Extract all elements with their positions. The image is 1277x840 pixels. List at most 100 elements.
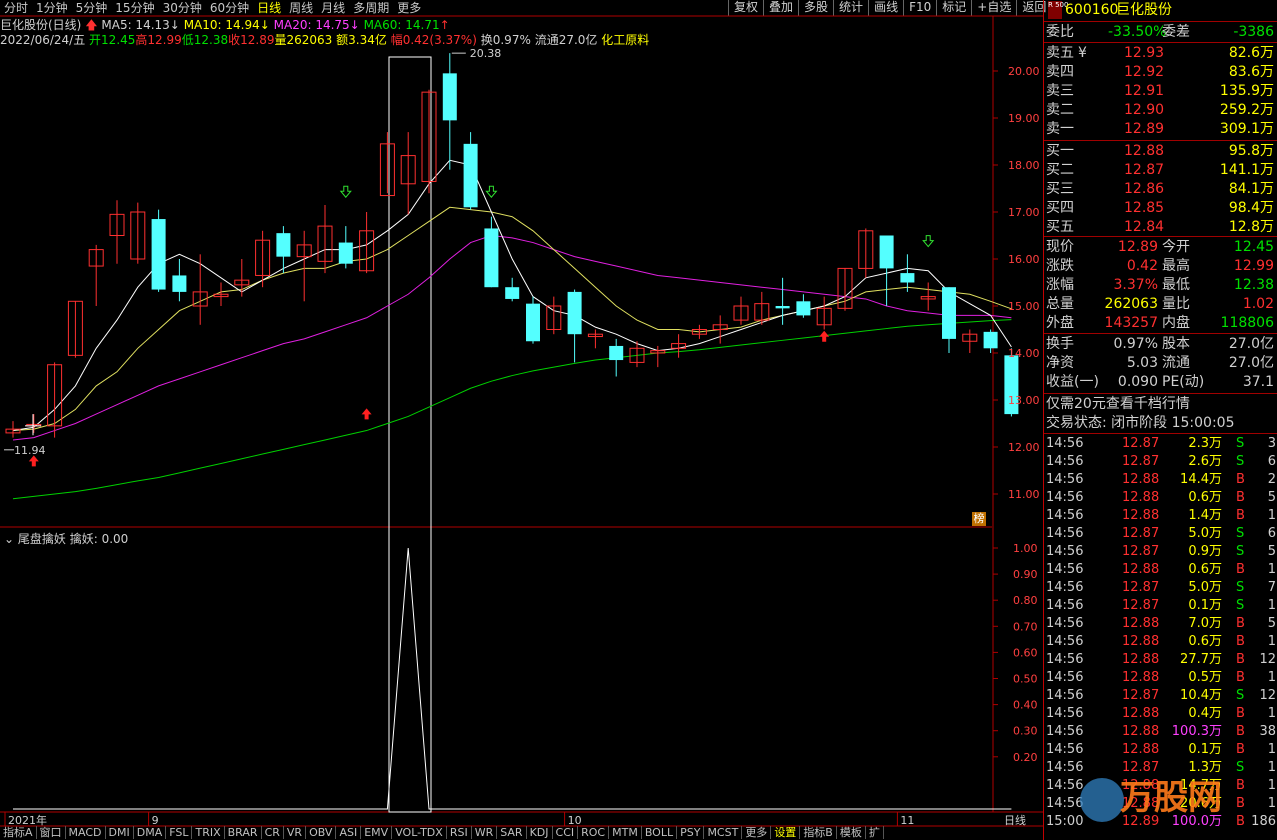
candle-body	[900, 273, 915, 283]
ask-volume: 259.2万	[1219, 102, 1274, 118]
bid-row[interactable]: 买一 12.88 95.8万	[1044, 142, 1277, 160]
stat-row: 涨幅 3.37% 最低 12.38	[1044, 276, 1277, 294]
tick-volume: 0.5万	[1188, 670, 1222, 685]
tick-volume: 0.9万	[1188, 544, 1222, 559]
buy-arrow-icon	[819, 330, 830, 342]
indicator-tab[interactable]: EMV	[361, 826, 393, 839]
candle-body	[172, 275, 187, 292]
candle-body	[484, 228, 499, 288]
tick-volume: 0.6万	[1188, 490, 1222, 505]
stat-value: 27.0亿	[1228, 355, 1274, 371]
price-tick-label: 15.00	[1008, 300, 1040, 313]
chevron-down-icon[interactable]: ⌄	[4, 532, 14, 546]
indicator-tab[interactable]: CR	[261, 826, 284, 839]
tick-time: 14:56	[1046, 634, 1084, 649]
indicator-tab[interactable]: TRIX	[192, 826, 225, 839]
bid-label: 买二	[1046, 162, 1074, 178]
tick-side: B	[1236, 634, 1245, 649]
indicator-tab[interactable]: ROC	[578, 826, 610, 839]
ask-row[interactable]: 卖五 ¥12.93 82.6万	[1044, 44, 1277, 62]
ask-row[interactable]: 卖三 12.91 135.9万	[1044, 82, 1277, 100]
stat-row: 净资 5.03 流通 27.0亿	[1044, 354, 1277, 372]
bid-row[interactable]: 买二 12.87 141.1万	[1044, 161, 1277, 179]
indicator-tab[interactable]: SAR	[497, 826, 527, 839]
tick-side: B	[1236, 706, 1245, 721]
tick-volume: 14.4万	[1180, 472, 1222, 487]
indicator-tab[interactable]: RSI	[446, 826, 472, 839]
bid-volume: 95.8万	[1228, 143, 1274, 159]
tick-row: 14:56 12.87 0.9万 S 5	[1044, 543, 1277, 561]
indicator-tab[interactable]: 设置	[771, 826, 801, 839]
promo-text[interactable]: 仅需20元查看千档行情	[1046, 395, 1190, 413]
tick-row: 14:56 12.88 7.0万 B 5	[1044, 615, 1277, 633]
indicator-tab[interactable]: CCI	[552, 826, 579, 839]
stat-row: 总量 262063 量比 1.02	[1044, 295, 1277, 313]
indicator-name[interactable]: 尾盘擒妖	[18, 532, 66, 546]
bid-price: 12.88	[1124, 143, 1165, 159]
stat-value: 12.99	[1233, 258, 1274, 274]
indicator-tab[interactable]: ASI	[336, 826, 362, 839]
ask-row[interactable]: 卖一 12.89 309.1万	[1044, 120, 1277, 138]
weibi-row: 委比 -33.50% 委差 -3386	[1044, 23, 1277, 41]
price-tick-label: 14.00	[1008, 347, 1040, 360]
ask-row[interactable]: 卖二 12.90 259.2万	[1044, 101, 1277, 119]
stat-label: 涨跌	[1046, 258, 1074, 274]
tick-price: 12.88	[1122, 724, 1160, 739]
indicator-tab[interactable]: BRAR	[224, 826, 262, 839]
stat-value: 1.02	[1242, 296, 1274, 312]
trade-state: 交易状态: 闭市阶段 15:00:05	[1046, 415, 1235, 431]
ask-row[interactable]: 卖四 12.92 83.6万	[1044, 63, 1277, 81]
tick-count: 1	[1267, 598, 1276, 613]
tick-price: 12.88	[1122, 508, 1160, 523]
indicator-tab[interactable]: 指标A	[0, 826, 37, 839]
indicator-tab[interactable]: VR	[283, 826, 307, 839]
indicator-tab[interactable]: VOL-TDX	[392, 826, 447, 839]
bid-price: 12.86	[1124, 181, 1165, 197]
rank-badge[interactable]: 榜	[972, 512, 986, 526]
indicator-tab[interactable]: MTM	[609, 826, 642, 839]
ask-label: 卖一	[1046, 121, 1074, 137]
tick-side: B	[1236, 472, 1245, 487]
kline-chart[interactable]: 20.38 11.94 20.00 19.00 18.00 17.00 16.00 15.0…	[0, 0, 1043, 840]
tick-price: 12.87	[1122, 526, 1160, 541]
indicator-tab[interactable]: DMA	[133, 826, 167, 839]
tick-volume: 0.6万	[1188, 634, 1222, 649]
indicator-tab[interactable]: KDJ	[526, 826, 553, 839]
indicator-tab[interactable]: 指标B	[800, 826, 837, 839]
indicator-tab[interactable]: 扩	[865, 826, 884, 839]
tick-volume: 100.3万	[1171, 724, 1222, 739]
tick-count: 12	[1259, 688, 1276, 703]
bid-row[interactable]: 买三 12.86 84.1万	[1044, 180, 1277, 198]
indicator-tab[interactable]: BOLL	[641, 826, 678, 839]
indicator-tab[interactable]: MACD	[65, 826, 106, 839]
indicator-tab[interactable]: 更多	[742, 826, 772, 839]
stat-row: 换手 0.97% 股本 27.0亿	[1044, 335, 1277, 353]
tick-row: 14:56 12.87 5.0万 S 6	[1044, 525, 1277, 543]
indicator-tab[interactable]: 窗口	[36, 826, 66, 839]
tick-price: 12.88	[1122, 706, 1160, 721]
indicator-tab[interactable]: WR	[471, 826, 498, 839]
weicha-value: -3386	[1233, 24, 1274, 40]
bid-volume: 98.4万	[1228, 200, 1274, 216]
tick-time: 14:56	[1046, 508, 1084, 523]
tick-row: 14:56 12.88 14.4万 B 2	[1044, 471, 1277, 489]
bid-row[interactable]: 买五 12.84 12.8万	[1044, 218, 1277, 236]
bid-row[interactable]: 买四 12.85 98.4万	[1044, 199, 1277, 217]
stat-value: 0.97%	[1113, 336, 1158, 352]
sell-arrow-icon	[922, 235, 935, 248]
tick-price: 12.88	[1122, 634, 1160, 649]
indicator-tab[interactable]: MCST	[704, 826, 743, 839]
indicator-tab[interactable]: DMI	[105, 826, 134, 839]
indicator-tab[interactable]: 模板	[836, 826, 866, 839]
tick-row: 14:56 12.87 5.0万 S 7	[1044, 579, 1277, 597]
tick-side: S	[1236, 436, 1245, 451]
sell-arrow-icon	[339, 185, 352, 199]
indicator-tab[interactable]: PSY	[677, 826, 705, 839]
tick-volume: 0.1万	[1188, 598, 1222, 613]
promo-row[interactable]: 仅需20元查看千档行情	[1044, 395, 1277, 413]
indicator-tab[interactable]: FSL	[166, 826, 193, 839]
candle-body	[505, 287, 520, 299]
tick-time: 14:56	[1046, 778, 1084, 793]
price-tick-label: 19.00	[1008, 112, 1040, 125]
indicator-tab[interactable]: OBV	[306, 826, 337, 839]
